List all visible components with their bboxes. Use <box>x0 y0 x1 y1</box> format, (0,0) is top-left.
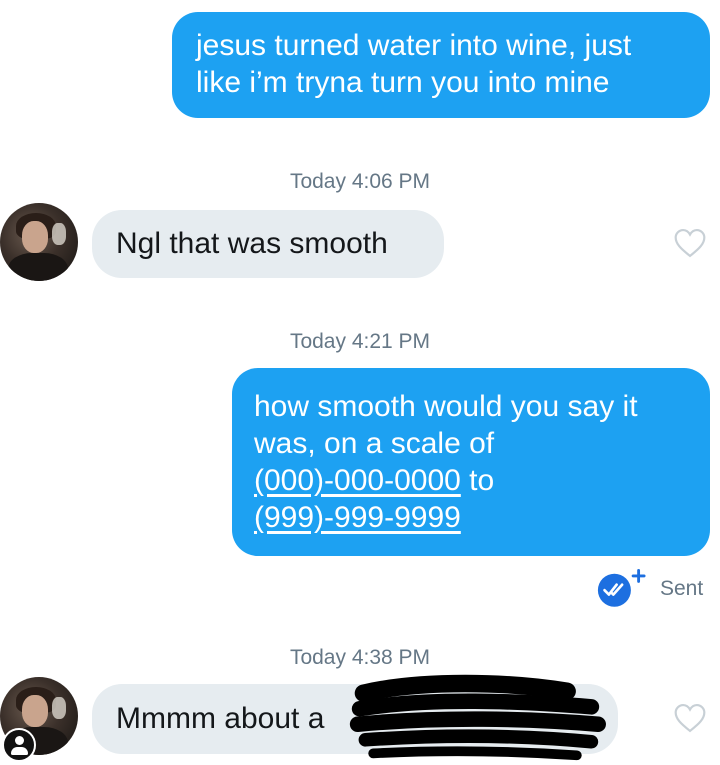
message-text: Mmmm about a <box>116 702 325 735</box>
message-text-line: jesus turned water into wine, just <box>196 29 632 62</box>
user-badge-icon <box>2 728 36 762</box>
read-receipt-icon <box>597 568 646 607</box>
message-text: Ngl that was smooth <box>116 227 388 260</box>
message-text-line: was, on a scale of <box>254 427 495 460</box>
message-text: to <box>460 464 495 497</box>
heart-outline-icon[interactable] <box>673 703 707 733</box>
outgoing-message-bubble[interactable]: how smooth would you say it was, on a sc… <box>232 368 710 556</box>
redaction-scribble <box>349 674 606 761</box>
heart-outline-icon[interactable] <box>673 228 707 258</box>
message-timestamp: Today 4:21 PM <box>289 330 431 353</box>
outgoing-message-bubble[interactable]: jesus turned water into wine, just like … <box>172 12 710 118</box>
message-text-line: how smooth would you say it <box>254 390 638 423</box>
message-timestamp: Today 4:38 PM <box>289 646 431 669</box>
incoming-message-bubble[interactable]: Ngl that was smooth <box>92 210 444 278</box>
message-timestamp: Today 4:06 PM <box>289 170 431 193</box>
message-text-line: like i’m tryna turn you into mine <box>196 66 610 99</box>
sent-status: Sent <box>660 577 704 600</box>
phone-link[interactable]: (999)-999-9999 <box>254 501 461 534</box>
avatar[interactable] <box>0 203 78 281</box>
phone-link[interactable]: (000)-000-0000 <box>254 464 461 497</box>
